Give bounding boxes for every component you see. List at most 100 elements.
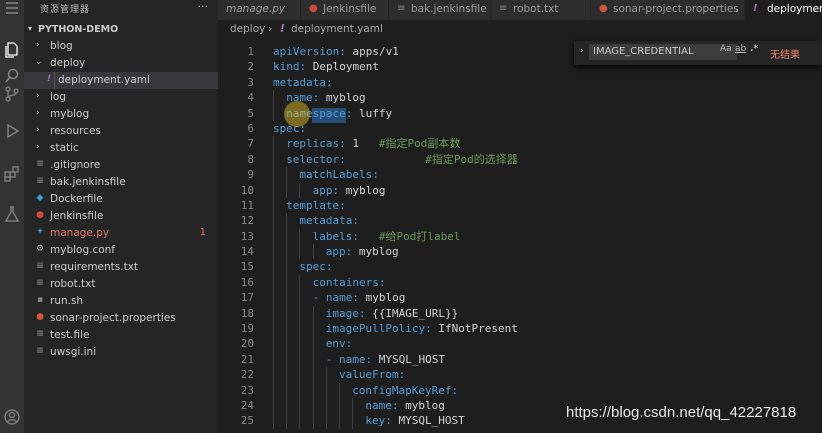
indent-guide <box>286 382 288 398</box>
indent-guide <box>286 351 288 368</box>
tree-item-uwsgi-ini[interactable]: ≡ uwsgi.ini <box>24 344 218 361</box>
tree-item-static[interactable]: › static <box>24 140 218 157</box>
yaml-value <box>359 230 379 243</box>
yaml-comment: #给Pod打label <box>378 229 461 243</box>
line-number: 20 <box>240 337 254 351</box>
code-line: 6 spec: <box>218 121 822 136</box>
indent-guide <box>273 367 274 383</box>
more-actions-icon[interactable]: ··· <box>198 0 209 13</box>
indent-guide <box>312 336 314 352</box>
run-debug-icon[interactable] <box>0 119 24 143</box>
tree-item-bak-jenkinsfile[interactable]: ≡ bak.jenkinsfile <box>24 174 218 191</box>
toggle-replace-icon[interactable]: › <box>580 46 584 56</box>
code-text: env: <box>326 336 353 351</box>
indent-guide <box>339 397 340 414</box>
tree-item-resources[interactable]: › resources <box>24 123 218 140</box>
tree-item-requirements-txt[interactable]: ≡ requirements.txt <box>24 259 218 276</box>
workspace-name: PYTHON-DEMO <box>38 24 119 35</box>
line-number: 4 <box>247 91 254 105</box>
tree-item-deploy[interactable]: ⌄ deploy <box>24 55 218 72</box>
line-number: 21 <box>240 352 254 366</box>
tree-item-sonar-project-properties[interactable]: ● sonar-project.properties <box>24 310 218 327</box>
indent-guide <box>325 367 327 383</box>
code-line: 12 metadata: <box>218 213 822 229</box>
code-line: 15 spec: <box>218 259 822 275</box>
tree-item-label: uwsgi.ini <box>50 346 97 358</box>
code-text: - name: MYSQL_HOST <box>326 352 445 367</box>
yaml-key: kind: <box>273 60 307 74</box>
tree-item-label: Jenkinsfile <box>50 210 104 222</box>
code-line: 11 template: <box>218 197 822 214</box>
yaml-key: image: <box>325 306 366 320</box>
line-number: 13 <box>240 229 254 243</box>
indent-guide <box>286 244 288 260</box>
yaml-key: configMapKeyRef: <box>352 383 459 397</box>
breadcrumb-file[interactable]: deployment.yaml <box>291 23 383 35</box>
tab-robot-txt[interactable]: ≡ robot.txt <box>491 0 591 20</box>
match-case-icon[interactable]: Aa <box>720 44 732 54</box>
watermark: https://blog.csdn.net/qq_42227818 <box>566 404 797 421</box>
indent-guide <box>352 397 354 414</box>
testing-icon[interactable] <box>0 202 24 226</box>
indent-guide <box>299 244 301 260</box>
line-number: 1 <box>247 45 254 58</box>
indent-guide <box>286 259 288 275</box>
breadcrumb-folder[interactable]: deploy <box>230 23 265 35</box>
yaml-value: myblog <box>319 91 366 105</box>
yaml-key: app: <box>312 183 340 197</box>
match-whole-word-icon[interactable]: ab <box>735 44 746 54</box>
indent-guide <box>325 382 327 398</box>
account-icon[interactable] <box>0 405 24 429</box>
find-input-value: IMAGE_CREDENTIAL <box>593 46 694 57</box>
tab-deployment[interactable]: ! deployment <box>745 0 822 20</box>
tree-item-myblog[interactable]: › myblog <box>24 106 218 123</box>
tree-item-jenkinsfile[interactable]: ● Jenkinsfile <box>24 208 218 225</box>
tree-item-label: resources <box>50 125 101 137</box>
code-text: labels: #给Pod打label <box>313 229 461 244</box>
yaml-value: {{IMAGE_URL}} <box>365 306 459 320</box>
extensions-icon[interactable] <box>0 162 24 186</box>
breadcrumb: deploy › ! deployment.yaml <box>218 20 822 40</box>
tab-sonar-project-properties[interactable]: ● sonar-project.properties <box>591 0 745 20</box>
yaml-key: metadata: <box>299 214 359 228</box>
file-icon: ≡ <box>499 3 508 14</box>
tree-item-blog[interactable]: › blog <box>24 38 218 55</box>
workspace-section[interactable]: ▾ PYTHON-DEMO <box>24 22 218 38</box>
tree-item-robot-txt[interactable]: ≡ robot.txt <box>24 276 218 293</box>
menu-icon[interactable] <box>0 0 24 16</box>
tree-item-label: run.sh <box>50 295 84 307</box>
yaml-value: myblog <box>339 183 386 197</box>
tree-item-run-sh[interactable]: ▪ run.sh <box>24 293 218 310</box>
code-text: containers: <box>313 275 386 290</box>
tree-item-label: static <box>50 142 79 154</box>
code-text: app: myblog <box>326 244 399 259</box>
tab-label: sonar-project.properties <box>613 3 739 15</box>
tree-item-manage-py[interactable]: ✦ manage.py 1 <box>24 225 218 242</box>
tree-item-dockerfile[interactable]: ◆ Dockerfile <box>24 191 218 208</box>
code-line: 21 - name: MYSQL_HOST <box>218 351 822 368</box>
line-number: 18 <box>240 306 254 320</box>
tab-label: manage.py <box>226 3 286 15</box>
code-area[interactable]: 1 apiVersion: apps/v1 2 kind: Deployment 3 me… <box>218 44 822 429</box>
code-text: matchLabels: <box>299 167 378 182</box>
line-number: 10 <box>240 183 254 197</box>
tab-bak-jenkinsfile[interactable]: ≡ bak.jenkinsfile <box>389 0 491 20</box>
regex-icon[interactable]: .* <box>750 44 758 54</box>
explorer-icon[interactable] <box>0 38 24 62</box>
indent-guide <box>299 367 301 383</box>
tree-item-myblog-conf[interactable]: ⚙ myblog.conf <box>24 242 218 259</box>
docker-icon: ◆ <box>36 193 44 203</box>
tab-jenkinsfile[interactable]: ● Jenkinsfile <box>301 0 389 20</box>
tab-manage-py[interactable]: manage.py <box>218 0 301 20</box>
find-input[interactable]: IMAGE_CREDENTIAL <box>589 44 737 60</box>
line-number: 25 <box>240 414 254 428</box>
indent-guide <box>312 397 314 414</box>
chevron-down-icon: ⌄ <box>35 57 43 67</box>
tree-item-gitignore[interactable]: ≡ .gitignore <box>24 157 218 174</box>
tree-item-deployment-yaml[interactable]: ! deployment.yaml <box>24 72 218 89</box>
file-icon: ≡ <box>36 329 44 339</box>
tree-item-log[interactable]: › log <box>24 89 218 106</box>
source-control-icon[interactable] <box>0 82 24 106</box>
indent-guide <box>312 382 314 398</box>
tree-item-test-file[interactable]: ≡ test.file <box>24 327 218 344</box>
